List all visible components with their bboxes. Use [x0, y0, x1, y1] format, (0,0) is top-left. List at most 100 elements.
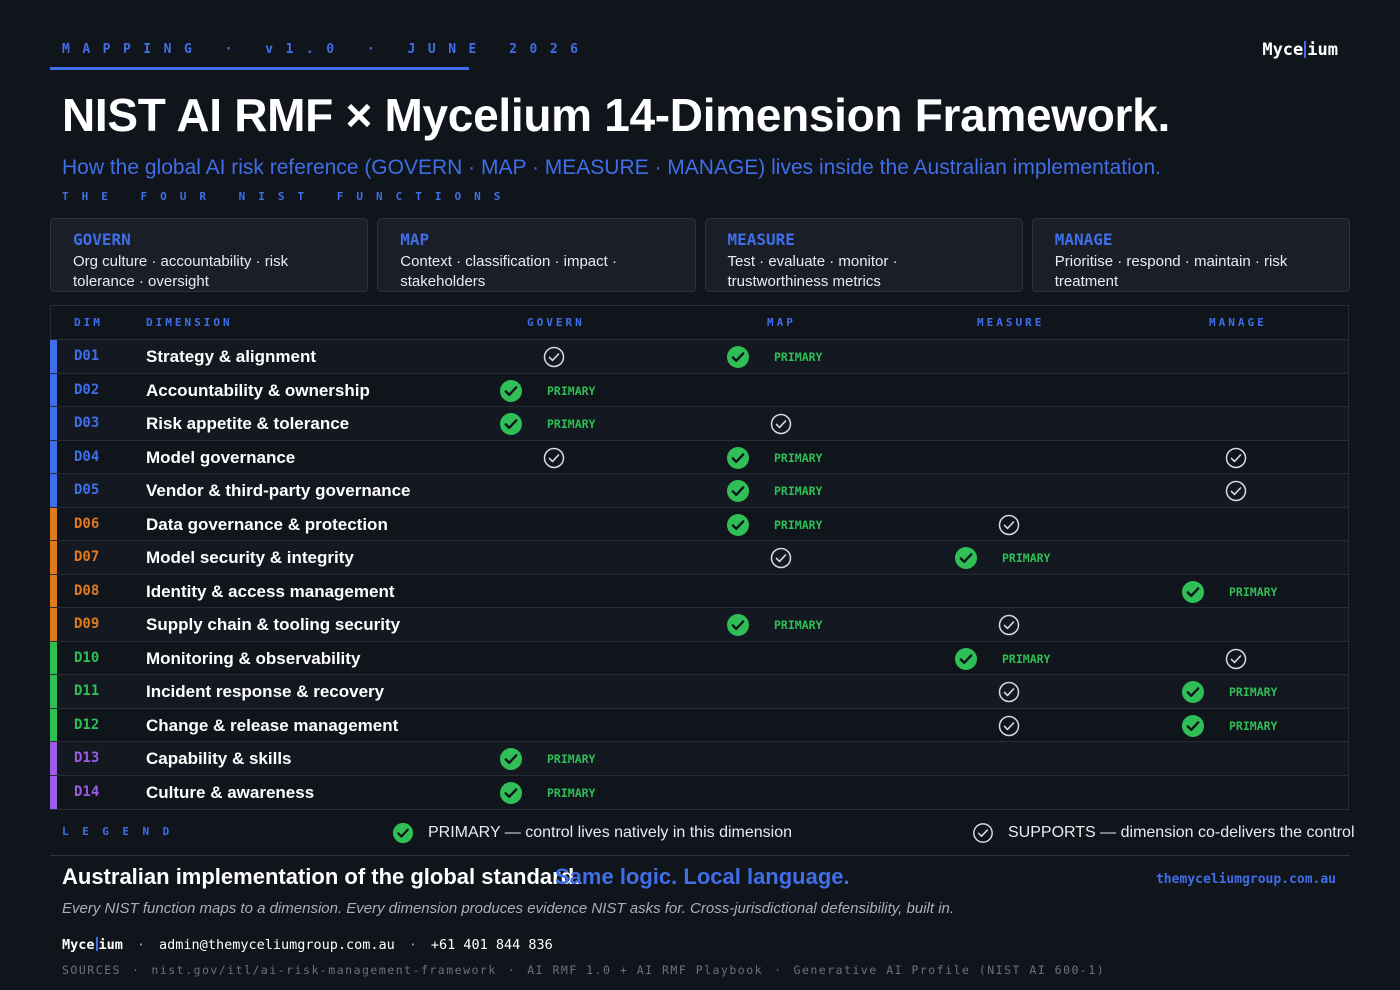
filled-check-circle-icon [499, 412, 523, 436]
filled-check-circle-icon [726, 613, 750, 637]
function-name: GOVERN [73, 230, 131, 249]
function-name: MEASURE [727, 230, 795, 249]
footer-divider [50, 855, 1350, 856]
dimension-name: Data governance & protection [146, 514, 388, 534]
logo-right: ium [1307, 40, 1338, 60]
outline-check-circle-icon [1224, 479, 1248, 503]
dimension-name: Change & release management [146, 715, 399, 735]
primary-label: PRIMARY [774, 350, 823, 364]
primary-label: PRIMARY [1002, 651, 1051, 666]
outline-check-circle-icon [997, 680, 1021, 704]
table-row: D03 Risk appetite & tolerance PRIMARY [50, 407, 1348, 441]
dimension-code: D07 [74, 549, 100, 565]
header-map: MAP [767, 316, 796, 329]
table-row: D02 Accountability & ownership PRIMARY [50, 373, 1348, 407]
dimension-name: Vendor & third-party governance [146, 481, 411, 500]
table-body: D01 Strategy & alignment PRIMARY D02 Account… [50, 340, 1348, 809]
function-description: Prioritise · respond · maintain · risk tr… [1054, 253, 1288, 290]
nist-function-cards: GOVERN Org culture · accountability · ri… [50, 218, 1350, 292]
dimension-code: D02 [74, 381, 100, 398]
outline-check-circle-icon [1224, 647, 1248, 671]
header-manage: MANAGE [1209, 316, 1267, 329]
primary-label: PRIMARY [547, 383, 596, 398]
header-govern: GOVERN [527, 316, 585, 329]
legend-supports-text: SUPPORTS — dimension co-delivers the con… [1008, 824, 1355, 841]
dimension-name: Incident response & recovery [146, 682, 385, 701]
filled-check-circle-icon [392, 822, 414, 844]
footer-tagline: Australian implementation of the global … [62, 864, 581, 889]
primary-label: PRIMARY [547, 752, 596, 766]
footer-subtagline: Every NIST function maps to a dimension.… [62, 900, 955, 917]
filled-check-circle-icon [954, 546, 978, 570]
group-stripe [50, 407, 57, 440]
function-card-govern: GOVERN Org culture · accountability · ri… [50, 218, 369, 292]
group-stripe [50, 507, 57, 540]
table-row: D05 Vendor & third-party governance PRIMAR… [50, 474, 1348, 508]
kicker-underline [50, 67, 469, 70]
outline-check-circle-icon [542, 446, 566, 470]
dimension-code: D08 [74, 582, 100, 599]
table-row: D13 Capability & skills PRIMARY [50, 742, 1348, 776]
dimension-name: Identity & access management [146, 581, 395, 601]
mycelium-logo: Myce ium [1262, 40, 1338, 60]
dimension-code: D11 [74, 683, 100, 699]
group-stripe [50, 373, 57, 406]
primary-label: PRIMARY [1229, 685, 1278, 699]
outline-check-circle-icon [769, 412, 793, 436]
dimension-name: Model governance [146, 447, 296, 467]
primary-label: PRIMARY [774, 450, 823, 465]
email-link[interactable]: admin@themyceliumgroup.com.au [159, 937, 395, 953]
page-subtitle: How the global AI risk reference (GOVERN… [62, 156, 1162, 179]
functions-section-label: THE FOUR NIST FUNCTIONS [62, 190, 514, 203]
table-row: D10 Monitoring & observability PRIMARY [50, 641, 1348, 675]
logo-left: Myce [1262, 40, 1304, 60]
dimension-code: D09 [74, 616, 100, 632]
outline-check-circle-icon [997, 513, 1021, 537]
filled-check-circle-icon [726, 513, 750, 537]
sources-line: SOURCES · nist.gov/itl/ai-risk-management-… [62, 963, 1106, 977]
filled-check-circle-icon [1181, 714, 1205, 738]
table-row: D08 Identity & access management PRIMARY [50, 574, 1348, 608]
filled-check-circle-icon [726, 345, 750, 369]
dimension-name: Supply chain & tooling security [146, 615, 401, 634]
table-row: D12 Change & release management PRIMARY [50, 708, 1348, 742]
table-row: D01 Strategy & alignment PRIMARY [50, 340, 1348, 374]
table-row: D06 Data governance & protection PRIMARY [50, 507, 1348, 541]
website-link[interactable]: themyceliumgroup.com.au [1156, 872, 1336, 887]
outline-check-circle-icon [1224, 446, 1248, 470]
sources-label: SOURCES [62, 963, 121, 977]
footer-tagline-accent: Same logic. Local language. [555, 864, 850, 889]
source-item: Generative AI Profile (NIST AI 600-1) [793, 963, 1106, 977]
header-measure: MEASURE [977, 316, 1045, 329]
group-stripe [50, 440, 57, 473]
function-description: Test · evaluate · monitor · trustworthine… [727, 253, 898, 290]
dimension-code: D05 [74, 482, 100, 498]
table-header: DIM DIMENSION GOVERN MAP MEASURE MANAGE [51, 306, 1348, 340]
outline-check-circle-icon [997, 613, 1021, 637]
outline-check-circle-icon [542, 345, 566, 369]
filled-check-circle-icon [954, 647, 978, 671]
primary-label: PRIMARY [547, 785, 596, 800]
outline-check-circle-icon [769, 546, 793, 570]
legend-primary-text: PRIMARY — control lives natively in this… [428, 824, 792, 841]
outline-check-circle-icon [997, 714, 1021, 738]
dimension-name: Accountability & ownership [146, 380, 370, 400]
filled-check-circle-icon [1181, 580, 1205, 604]
dimension-name: Culture & awareness [146, 782, 315, 802]
group-stripe [50, 574, 57, 607]
filled-check-circle-icon [499, 379, 523, 403]
dimension-code: D13 [74, 750, 100, 766]
function-name: MANAGE [1054, 230, 1113, 249]
primary-label: PRIMARY [774, 517, 823, 532]
mapping-kicker: MAPPING · v1.0 · JUNE 2026 [62, 42, 591, 57]
group-stripe [50, 608, 57, 641]
primary-label: PRIMARY [1229, 584, 1278, 599]
dimension-code: D10 [74, 649, 100, 666]
function-name: MAP [400, 230, 430, 249]
primary-label: PRIMARY [1002, 551, 1051, 565]
header-dimension: DIMENSION [146, 316, 233, 329]
primary-label: PRIMARY [774, 618, 823, 632]
filled-check-circle-icon [1181, 680, 1205, 704]
phone-link[interactable]: +61 401 844 836 [431, 937, 553, 953]
outline-check-circle-icon [973, 823, 993, 843]
